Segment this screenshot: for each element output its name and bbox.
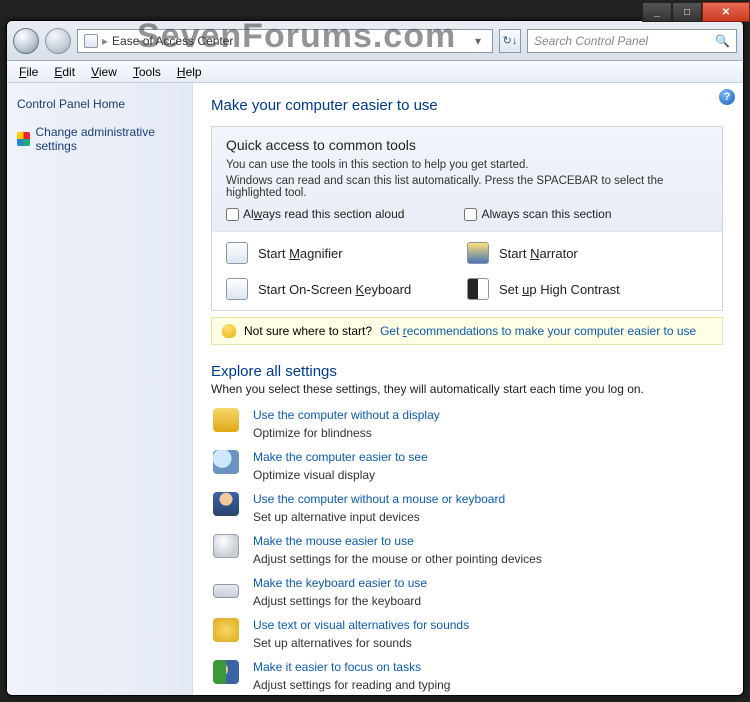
setting-keyboard: Make the keyboard easier to use Adjust s…	[211, 574, 723, 608]
admin-settings-link[interactable]: Change administrative settings	[17, 125, 182, 153]
lightbulb-icon	[222, 324, 236, 338]
admin-settings-label: Change administrative settings	[36, 125, 183, 153]
setting-keyboard-link[interactable]: Make the keyboard easier to use	[253, 576, 427, 590]
address-dropdown-icon[interactable]: ▾	[470, 34, 486, 48]
setting-mouse-desc: Adjust settings for the mouse or other p…	[253, 552, 542, 566]
address-bar[interactable]: ▸ Ease of Access Center ▾	[77, 29, 493, 53]
checkbox-scan-section[interactable]: Always scan this section	[464, 207, 611, 221]
quick-access-sub2: Windows can read and scan this list auto…	[226, 175, 708, 199]
tool-start-narrator[interactable]: Start Narrator	[467, 242, 708, 264]
quick-access-title: Quick access to common tools	[226, 137, 708, 153]
explore-title: Explore all settings	[211, 363, 723, 380]
setting-focus-link[interactable]: Make it easier to focus on tasks	[253, 660, 421, 674]
monitor-icon	[213, 408, 239, 432]
nav-back-button[interactable]	[13, 28, 39, 54]
setting-mouse: Make the mouse easier to use Adjust sett…	[211, 532, 723, 566]
quick-access-sub1: You can use the tools in this section to…	[226, 159, 708, 171]
recommendations-link[interactable]: Get recommendations to make your compute…	[380, 324, 696, 338]
setting-easier-see-link[interactable]: Make the computer easier to see	[253, 450, 428, 464]
menu-view[interactable]: View	[83, 63, 125, 81]
tool-start-osk[interactable]: Start On-Screen Keyboard	[226, 278, 467, 300]
breadcrumb-location[interactable]: Ease of Access Center	[112, 34, 233, 48]
setting-mouse-link[interactable]: Make the mouse easier to use	[253, 534, 414, 548]
checkbox-read-aloud-input[interactable]	[226, 208, 239, 221]
menu-edit[interactable]: Edit	[46, 63, 83, 81]
window-maximize-button[interactable]: □	[672, 2, 702, 22]
window-minimize-button[interactable]: _	[642, 2, 672, 22]
explorer-window: SevenForums.com ▸ Ease of Access Center …	[6, 20, 744, 696]
quick-access-box: Quick access to common tools You can use…	[211, 126, 723, 311]
person-icon	[213, 492, 239, 516]
magnifying-glass-icon	[213, 450, 239, 474]
tip-question: Not sure where to start?	[244, 324, 372, 338]
person-window-icon	[213, 660, 239, 684]
narrator-icon	[467, 242, 489, 264]
speech-bubble-icon	[213, 618, 239, 642]
checkbox-read-aloud[interactable]: Always read this section aloud	[226, 207, 404, 221]
navigation-bar: ▸ Ease of Access Center ▾ ↻↓ Search Cont…	[7, 21, 743, 61]
setting-no-mouse-kbd-link[interactable]: Use the computer without a mouse or keyb…	[253, 492, 505, 506]
setting-sounds-link[interactable]: Use text or visual alternatives for soun…	[253, 618, 469, 632]
window-close-button[interactable]: ✕	[702, 2, 750, 22]
setting-easier-see-desc: Optimize visual display	[253, 468, 428, 482]
keyboard-flat-icon	[213, 584, 239, 598]
menu-tools[interactable]: Tools	[125, 63, 169, 81]
setting-keyboard-desc: Adjust settings for the keyboard	[253, 594, 427, 608]
setting-easier-see: Make the computer easier to see Optimize…	[211, 448, 723, 482]
setting-focus-desc: Adjust settings for reading and typing	[253, 678, 450, 692]
setting-no-display: Use the computer without a display Optim…	[211, 406, 723, 440]
control-panel-icon	[84, 34, 98, 48]
explore-subtitle: When you select these settings, they wil…	[211, 382, 723, 396]
menu-file[interactable]: File	[11, 63, 46, 81]
setting-sounds: Use text or visual alternatives for soun…	[211, 616, 723, 650]
tool-high-contrast[interactable]: Set up High Contrast	[467, 278, 708, 300]
setting-sounds-desc: Set up alternatives for sounds	[253, 636, 469, 650]
nav-forward-button[interactable]	[45, 28, 71, 54]
mouse-icon	[213, 534, 239, 558]
setting-focus: Make it easier to focus on tasks Adjust …	[211, 658, 723, 692]
recommendations-tip: Not sure where to start? Get recommendat…	[211, 317, 723, 345]
setting-no-mouse-kbd-desc: Set up alternative input devices	[253, 510, 505, 524]
setting-no-display-link[interactable]: Use the computer without a display	[253, 408, 440, 422]
menu-bar: File Edit View Tools Help	[7, 61, 743, 83]
search-input[interactable]: Search Control Panel 🔍	[527, 29, 737, 53]
tool-start-magnifier[interactable]: Start Magnifier	[226, 242, 467, 264]
setting-no-mouse-kbd: Use the computer without a mouse or keyb…	[211, 490, 723, 524]
setting-no-display-desc: Optimize for blindness	[253, 426, 440, 440]
search-placeholder: Search Control Panel	[534, 34, 648, 48]
main-content: ? Make your computer easier to use Quick…	[193, 83, 743, 695]
magnifier-icon	[226, 242, 248, 264]
breadcrumb-separator-icon: ▸	[102, 34, 108, 48]
menu-help[interactable]: Help	[169, 63, 210, 81]
keyboard-icon	[226, 278, 248, 300]
page-title: Make your computer easier to use	[211, 97, 723, 114]
checkbox-scan-section-input[interactable]	[464, 208, 477, 221]
sidebar: Control Panel Home Change administrative…	[7, 83, 193, 695]
shield-icon	[17, 132, 30, 146]
contrast-icon	[467, 278, 489, 300]
control-panel-home-link[interactable]: Control Panel Home	[17, 97, 182, 111]
search-icon[interactable]: 🔍	[715, 34, 730, 48]
refresh-button[interactable]: ↻↓	[499, 29, 521, 53]
help-icon[interactable]: ?	[719, 89, 735, 105]
